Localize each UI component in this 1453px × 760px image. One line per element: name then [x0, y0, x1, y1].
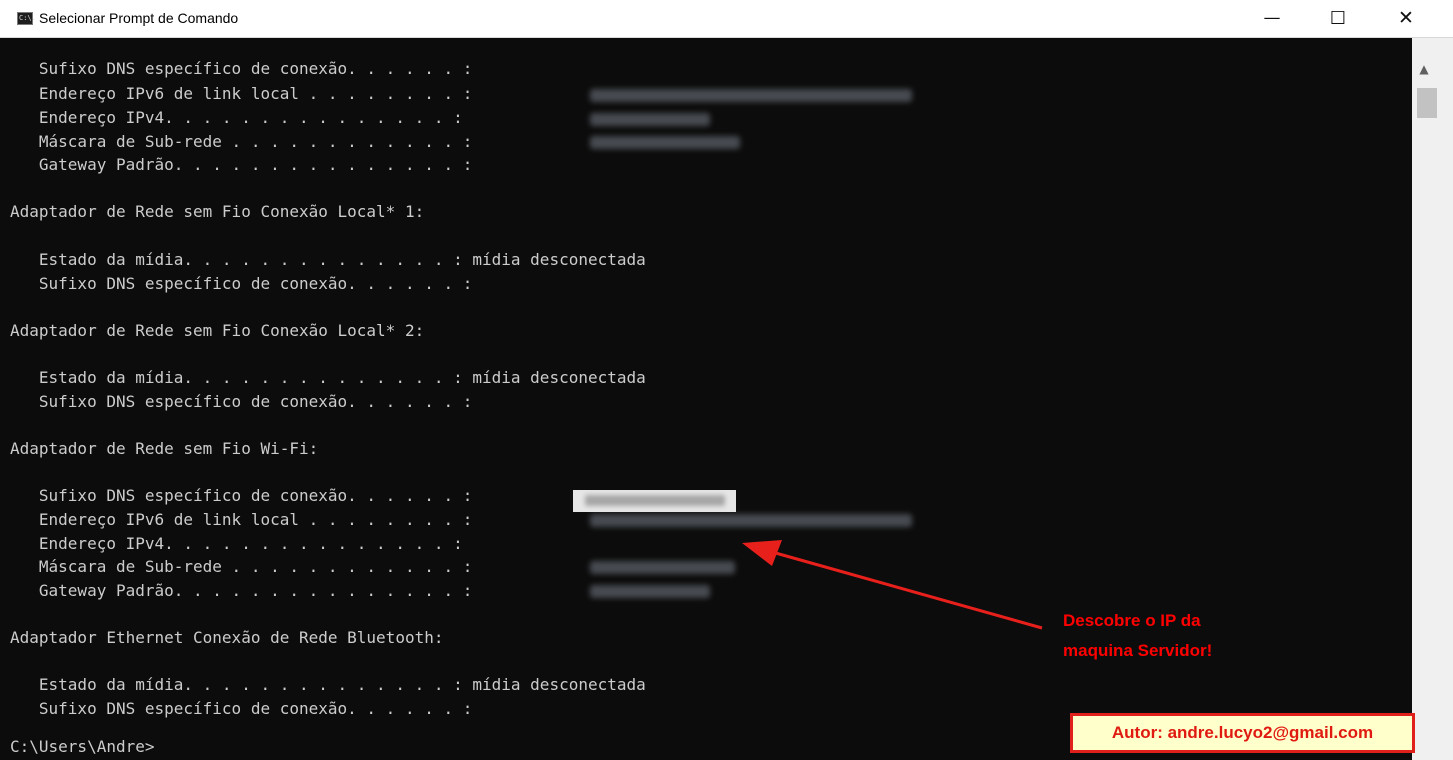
annotation-text: Descobre o IP da maquina Servidor! [1063, 606, 1212, 666]
annotation-line-1: Descobre o IP da [1063, 611, 1201, 630]
author-credit-box: Autor: andre.lucyo2@gmail.com [1070, 713, 1415, 753]
annotation-line-2: maquina Servidor! [1063, 641, 1213, 660]
annotation-arrow-icon [742, 540, 1043, 630]
command-prompt-window: C:\. Selecionar Prompt de Comando — ☐ ✕ … [0, 0, 1453, 760]
